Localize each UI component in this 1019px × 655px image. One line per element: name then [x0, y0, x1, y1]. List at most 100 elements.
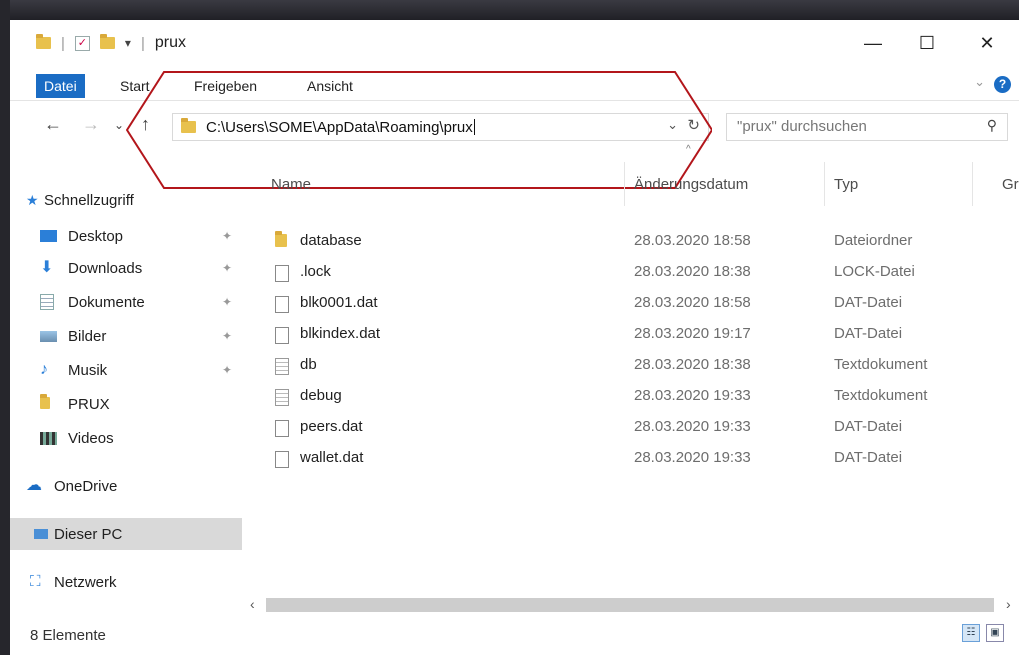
sidebar-item-musik[interactable]: ♪ Musik ✦ — [10, 354, 242, 386]
horizontal-scrollbar[interactable]: ‹ › — [246, 596, 1019, 614]
file-name: .lock — [300, 263, 331, 280]
cloud-icon: ☁ — [26, 477, 42, 494]
file-icon — [275, 265, 289, 287]
title-bar: | ✓ ▾ | prux — ☐ ✕ — [10, 20, 1019, 66]
pin-icon[interactable]: ✦ — [222, 229, 232, 243]
network-icon: ⛶ — [30, 573, 41, 590]
file-row-debug[interactable]: debug 28.03.2020 19:33 Textdokument — [256, 381, 1019, 412]
file-explorer-window: | ✓ ▾ | prux — ☐ ✕ Datei Start Freigeben… — [10, 20, 1019, 655]
file-type: DAT-Datei — [834, 449, 903, 466]
column-divider[interactable] — [824, 162, 825, 206]
file-row-lock[interactable]: .lock 28.03.2020 18:38 LOCK-Datei — [256, 257, 1019, 288]
file-icon — [275, 296, 289, 318]
file-icon — [275, 327, 289, 349]
file-name: peers.dat — [300, 418, 363, 435]
column-divider[interactable] — [972, 162, 973, 206]
maximize-button[interactable]: ☐ — [907, 28, 947, 58]
pin-icon[interactable]: ✦ — [222, 329, 232, 343]
sidebar-item-label: Downloads — [68, 259, 143, 277]
sidebar-item-this-pc[interactable]: Dieser PC — [10, 518, 242, 550]
customize-toolbar-dropdown-icon[interactable]: ▾ — [125, 36, 131, 50]
sidebar-item-downloads[interactable]: ⬇ Downloads ✦ — [10, 252, 242, 284]
search-icon[interactable]: ⚲ — [987, 117, 997, 134]
forward-arrow-icon[interactable]: → — [82, 114, 100, 135]
large-icons-view-icon[interactable]: ▣ — [986, 624, 1004, 642]
videos-icon — [40, 431, 57, 445]
file-icon — [275, 420, 289, 442]
recent-locations-chevron-icon[interactable]: ⌄ — [114, 118, 124, 132]
sidebar-item-quick-access[interactable]: ★ Schnellzugriff — [10, 184, 242, 216]
sidebar-item-network[interactable]: ⛶ Netzwerk — [10, 566, 242, 598]
column-header-name[interactable]: Name — [271, 176, 311, 193]
sidebar-item-label: Desktop — [68, 227, 124, 245]
pin-icon[interactable]: ✦ — [222, 363, 232, 377]
tab-datei[interactable]: Datei — [36, 74, 85, 98]
item-count: 8 Elemente — [30, 627, 106, 644]
column-header-date[interactable]: Änderungsdatum — [634, 176, 748, 193]
file-type: LOCK-Datei — [834, 263, 915, 280]
properties-check-icon[interactable]: ✓ — [74, 35, 90, 51]
sidebar-item-videos[interactable]: Videos — [10, 422, 242, 454]
scrollbar-thumb[interactable] — [266, 598, 994, 612]
file-name: debug — [300, 387, 342, 404]
back-arrow-icon[interactable]: ← — [44, 114, 62, 135]
desktop-background — [0, 0, 1019, 20]
file-type: DAT-Datei — [834, 418, 903, 435]
toolbar-separator: | — [61, 34, 65, 52]
search-placeholder: "prux" durchsuchen — [737, 118, 867, 135]
file-row-blk0001[interactable]: blk0001.dat 28.03.2020 18:58 DAT-Datei — [256, 288, 1019, 319]
sidebar-item-label: Bilder — [68, 327, 107, 345]
scroll-right-arrow-icon[interactable]: › — [1006, 596, 1011, 612]
sidebar-item-label: Dokumente — [68, 293, 145, 311]
computer-icon — [34, 529, 48, 539]
file-type: Textdokument — [834, 387, 928, 404]
pin-icon[interactable]: ✦ — [222, 261, 232, 275]
file-name: blkindex.dat — [300, 325, 381, 342]
pin-icon[interactable]: ✦ — [222, 295, 232, 309]
quick-access-toolbar: | ✓ ▾ | prux — [36, 34, 186, 52]
navigation-pane: ★ Schnellzugriff Desktop ✦ ⬇ Downloads ✦… — [10, 180, 242, 610]
sidebar-item-label: Netzwerk — [54, 573, 117, 591]
sidebar-item-label: OneDrive — [54, 477, 118, 495]
file-row-database[interactable]: database 28.03.2020 18:58 Dateiordner — [256, 226, 1019, 257]
file-row-blkindex[interactable]: blkindex.dat 28.03.2020 19:17 DAT-Datei — [256, 319, 1019, 350]
folder-icon[interactable] — [36, 34, 51, 49]
minimize-button[interactable]: — — [853, 28, 893, 58]
file-row-db[interactable]: db 28.03.2020 18:38 Textdokument — [256, 350, 1019, 381]
sidebar-item-label: Musik — [68, 361, 108, 379]
file-date: 28.03.2020 19:33 — [634, 387, 751, 404]
details-view-icon[interactable]: ☷ — [962, 624, 980, 642]
column-divider[interactable] — [624, 162, 625, 206]
file-date: 28.03.2020 19:17 — [634, 325, 751, 342]
help-icon[interactable]: ? — [994, 76, 1011, 93]
text-file-icon — [275, 358, 289, 380]
sidebar-item-bilder[interactable]: Bilder ✦ — [10, 320, 242, 352]
column-header-size[interactable]: Gr — [1002, 176, 1019, 193]
sidebar-item-desktop[interactable]: Desktop ✦ — [10, 220, 242, 252]
scroll-left-arrow-icon[interactable]: ‹ — [250, 596, 255, 612]
file-date: 28.03.2020 18:38 — [634, 356, 751, 373]
documents-icon — [40, 294, 54, 310]
sidebar-item-label: Schnellzugriff — [44, 191, 134, 209]
column-header-type[interactable]: Typ — [834, 176, 858, 193]
file-row-peers[interactable]: peers.dat 28.03.2020 19:33 DAT-Datei — [256, 412, 1019, 443]
folder-icon — [275, 231, 287, 252]
toolbar-separator: | — [140, 34, 145, 52]
sidebar-item-onedrive[interactable]: ☁ OneDrive — [10, 470, 242, 502]
window-title: prux — [154, 34, 186, 51]
file-type: DAT-Datei — [834, 325, 903, 342]
music-icon: ♪ — [40, 361, 48, 378]
file-row-wallet[interactable]: wallet.dat 28.03.2020 19:33 DAT-Datei — [256, 443, 1019, 474]
search-input[interactable]: "prux" durchsuchen ⚲ — [726, 113, 1008, 141]
sort-ascending-icon: ^ — [686, 144, 691, 155]
new-folder-icon[interactable] — [99, 34, 115, 49]
file-date: 28.03.2020 18:58 — [634, 294, 751, 311]
expand-ribbon-chevron-icon[interactable]: ⌄ — [974, 74, 985, 90]
text-file-icon — [275, 389, 289, 411]
star-icon: ★ — [26, 192, 39, 208]
sidebar-item-dokumente[interactable]: Dokumente ✦ — [10, 286, 242, 318]
sidebar-item-prux[interactable]: PRUX — [10, 388, 242, 420]
close-button[interactable]: ✕ — [967, 28, 1007, 58]
file-icon — [275, 451, 289, 473]
file-date: 28.03.2020 19:33 — [634, 418, 751, 435]
